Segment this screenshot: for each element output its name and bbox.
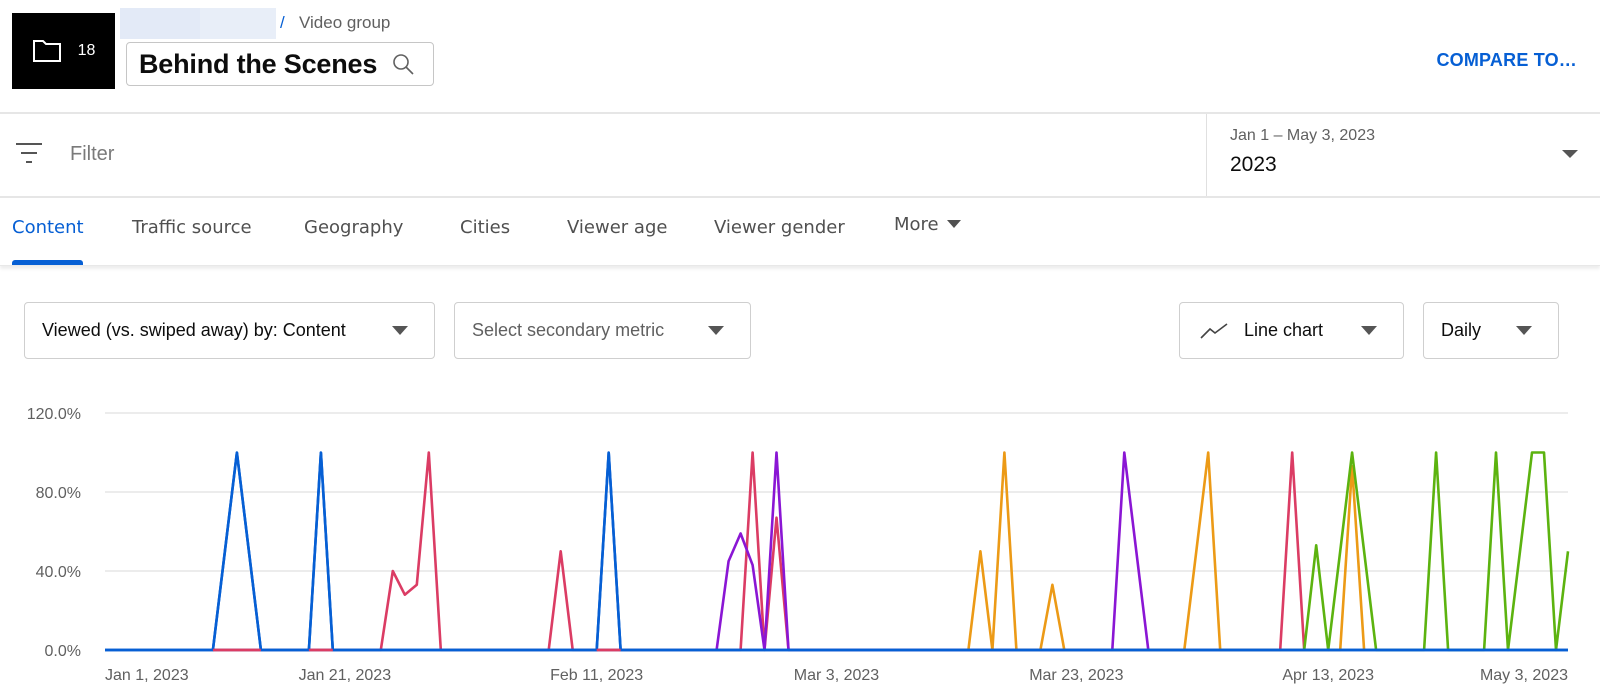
breadcrumb-separator: / [280, 13, 285, 32]
y-tick-label: 40.0% [36, 564, 81, 581]
primary-metric-dropdown[interactable]: Viewed (vs. swiped away) by: Content [24, 302, 435, 359]
tab-more-label: More [894, 214, 939, 235]
x-tick-label: Apr 13, 2023 [1282, 667, 1374, 684]
y-tick-label: 80.0% [36, 485, 81, 502]
y-tick-label: 0.0% [45, 643, 81, 660]
tab-content[interactable]: Content [12, 217, 84, 238]
search-icon [393, 54, 414, 75]
page-title: Behind the Scenes [139, 48, 378, 79]
dropdown-caret-icon [1516, 326, 1532, 335]
interval-value: Daily [1441, 320, 1482, 340]
interval-dropdown[interactable]: Daily [1423, 302, 1559, 359]
folder-icon [32, 40, 61, 62]
x-tick-label: Mar 3, 2023 [794, 667, 879, 684]
x-tick-label: May 3, 2023 [1480, 667, 1568, 684]
chart-type-dropdown[interactable]: Line chart [1179, 302, 1404, 359]
header-divider [0, 112, 1600, 114]
filter-icon[interactable] [16, 142, 42, 164]
chevron-down-icon [946, 220, 961, 228]
dropdown-caret-icon [1361, 326, 1377, 335]
series-line-blue[interactable] [105, 451, 1568, 652]
series-line-green[interactable] [1302, 451, 1570, 652]
tab-traffic-source[interactable]: Traffic source [132, 217, 252, 238]
x-tick-label: Jan 1, 2023 [105, 667, 189, 684]
secondary-metric-placeholder: Select secondary metric [472, 320, 665, 340]
x-tick-label: Jan 21, 2023 [299, 667, 392, 684]
date-range-label[interactable]: Jan 1 – May 3, 2023 [1230, 127, 1375, 145]
tab-viewer-gender[interactable]: Viewer gender [714, 217, 845, 238]
dropdown-caret-icon [708, 326, 724, 335]
video-group-count-badge[interactable]: 18 [12, 13, 115, 89]
filter-input[interactable]: Filter [70, 143, 114, 166]
series-line-orange[interactable] [967, 451, 1366, 652]
breadcrumb-video-group[interactable]: Video group [299, 13, 390, 33]
series-line-blue-overlay [105, 452, 1568, 652]
compare-to-button[interactable]: COMPARE TO… [1436, 50, 1577, 71]
date-picker-divider [1206, 114, 1207, 196]
tab-viewer-age[interactable]: Viewer age [567, 217, 667, 238]
x-tick-label: Feb 11, 2023 [550, 667, 643, 684]
series-line-red[interactable] [212, 451, 1306, 652]
tab-geography[interactable]: Geography [304, 217, 403, 238]
group-title-selector[interactable]: Behind the Scenes [126, 42, 434, 86]
secondary-metric-dropdown[interactable]: Select secondary metric [454, 302, 751, 359]
series-line-purple[interactable] [715, 451, 1150, 652]
date-preset-value[interactable]: 2023 [1230, 153, 1277, 177]
report-tabs: Content Traffic source Geography Cities … [0, 198, 1600, 266]
breadcrumb-channel-redacted[interactable] [120, 8, 276, 39]
tab-more[interactable]: More [894, 214, 961, 235]
chart-type-value: Line chart [1244, 320, 1324, 340]
y-tick-label: 120.0% [27, 406, 81, 423]
video-count: 18 [77, 42, 96, 59]
dropdown-caret-icon [392, 326, 408, 335]
date-picker-caret-icon[interactable] [1562, 150, 1578, 158]
x-tick-label: Mar 23, 2023 [1029, 667, 1123, 684]
primary-metric-value: Viewed (vs. swiped away) by: Content [42, 320, 346, 340]
line-chart-icon [1200, 322, 1228, 339]
active-tab-indicator [12, 260, 83, 265]
tab-cities[interactable]: Cities [460, 217, 510, 238]
